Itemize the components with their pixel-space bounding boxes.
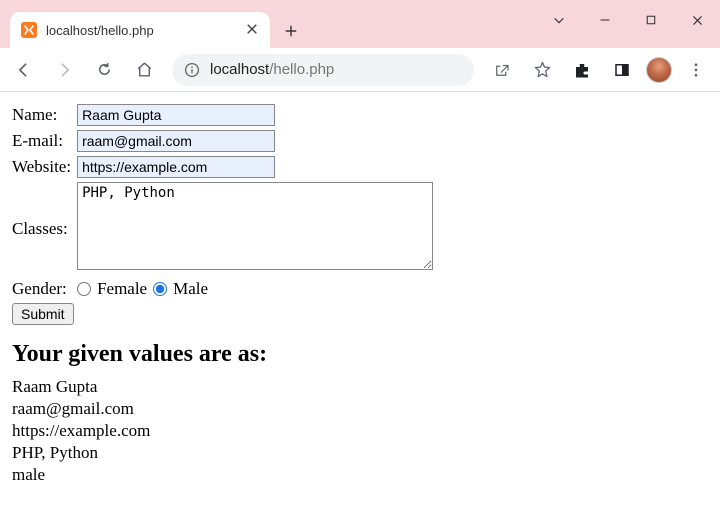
output-heading: Your given values are as: [12, 341, 708, 368]
output-email: raam@gmail.com [12, 398, 708, 420]
site-info-icon[interactable] [184, 62, 200, 78]
output-classes: PHP, Python [12, 442, 708, 464]
close-window-button[interactable] [674, 0, 720, 40]
output-website: https://example.com [12, 420, 708, 442]
email-input[interactable] [77, 130, 275, 152]
classes-textarea[interactable] [77, 182, 433, 270]
gender-female-radio[interactable] [77, 282, 91, 296]
xampp-favicon [20, 21, 38, 39]
close-tab-icon[interactable] [246, 23, 260, 37]
menu-icon[interactable] [680, 54, 712, 86]
submit-button[interactable]: Submit [12, 303, 74, 325]
reload-button[interactable] [88, 54, 120, 86]
gender-male-label: Male [173, 279, 208, 299]
output-gender: male [12, 464, 708, 486]
home-button[interactable] [128, 54, 160, 86]
tab-title: localhost/hello.php [46, 23, 246, 38]
gender-male-radio[interactable] [153, 282, 167, 296]
tab-search-icon[interactable] [536, 0, 582, 40]
bookmark-icon[interactable] [526, 54, 558, 86]
minimize-button[interactable] [582, 0, 628, 40]
share-icon[interactable] [486, 54, 518, 86]
back-button[interactable] [8, 54, 40, 86]
maximize-button[interactable] [628, 0, 674, 40]
window-titlebar: localhost/hello.php [0, 0, 720, 48]
profile-avatar[interactable] [646, 57, 672, 83]
output-name: Raam Gupta [12, 376, 708, 398]
forward-button[interactable] [48, 54, 80, 86]
new-tab-button[interactable] [276, 16, 306, 46]
input-form: Name: E-mail: Website: Classes: Gender: [12, 102, 708, 325]
url-host: localhost [210, 61, 269, 78]
website-label: Website: [12, 154, 77, 180]
address-bar[interactable]: localhost/hello.php [172, 54, 474, 86]
gender-label: Gender: [12, 277, 77, 301]
classes-label: Classes: [12, 180, 77, 277]
gender-female-label: Female [97, 279, 147, 299]
page-content: Name: E-mail: Website: Classes: Gender: [0, 92, 720, 496]
url-path: /hello.php [269, 61, 334, 78]
website-input[interactable] [77, 156, 275, 178]
name-input[interactable] [77, 104, 275, 126]
name-label: Name: [12, 102, 77, 128]
browser-tab[interactable]: localhost/hello.php [10, 12, 270, 48]
browser-toolbar: localhost/hello.php [0, 48, 720, 92]
side-panel-icon[interactable] [606, 54, 638, 86]
email-label: E-mail: [12, 128, 77, 154]
extensions-icon[interactable] [566, 54, 598, 86]
